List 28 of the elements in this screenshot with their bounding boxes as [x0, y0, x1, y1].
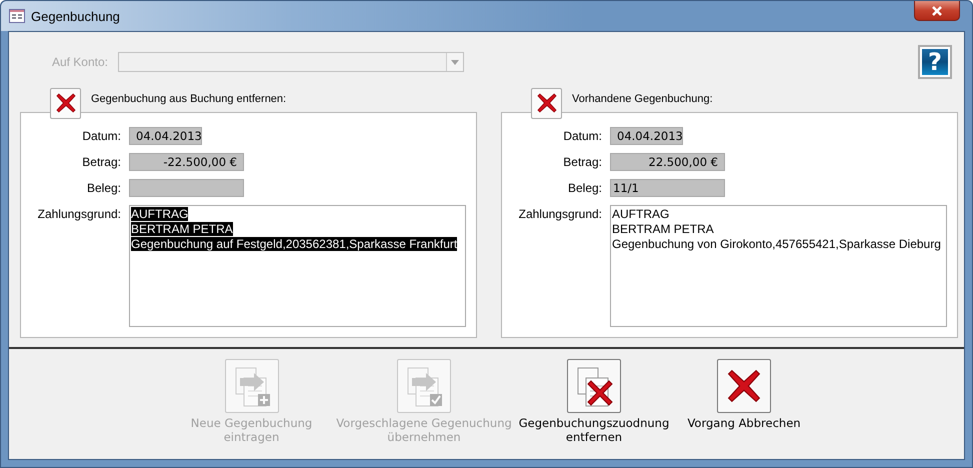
section-title: Gegenbuchung aus Buchung entfernen: [91, 93, 286, 105]
close-button[interactable] [914, 1, 960, 21]
value-field: 11/1 [610, 179, 725, 197]
close-icon [931, 6, 943, 16]
field-label: Datum: [81, 128, 122, 145]
section-title: Vorhandene Gegenbuchung: [572, 93, 713, 105]
field-label: Zahlungsgrund: [36, 206, 122, 223]
field-label: Zahlungsgrund: [518, 206, 603, 223]
value-field: 04.04.2013 [610, 127, 683, 145]
remove-button[interactable] [531, 88, 562, 118]
value-field: -22.500,00 € [129, 153, 244, 171]
reason-field[interactable]: AUFTRAG BERTRAM PETRA Gegenbuchung auf Festgeld,203562381,Sparkasse Frankfurt [129, 205, 466, 327]
action-button[interactable]: Vorgang Abbrechen [674, 359, 814, 444]
field-label: Beleg: [86, 180, 122, 197]
reason-field[interactable]: AUFTRAG BERTRAM PETRA Gegenbuchung von Girokonto,457655421,Sparkasse Dieburg [610, 205, 947, 327]
field-label: Betrag: [562, 154, 603, 171]
value-field: 22.500,00 € [610, 153, 725, 171]
remove-button[interactable] [50, 88, 81, 118]
account-label: Auf Konto: [50, 55, 109, 69]
field-label: Beleg: [566, 180, 603, 197]
dropdown-arrow-icon [451, 60, 459, 64]
value-field: 04.04.2013 [129, 127, 202, 145]
field-label: Datum: [562, 128, 603, 145]
field-label: Betrag: [81, 154, 122, 171]
form-icon [9, 9, 25, 23]
window-title: Gegenbuchung [31, 8, 121, 24]
help-button[interactable]: ? [918, 45, 952, 79]
action-button[interactable]: Gegenbuchungszuodnung entfernen [514, 359, 674, 444]
